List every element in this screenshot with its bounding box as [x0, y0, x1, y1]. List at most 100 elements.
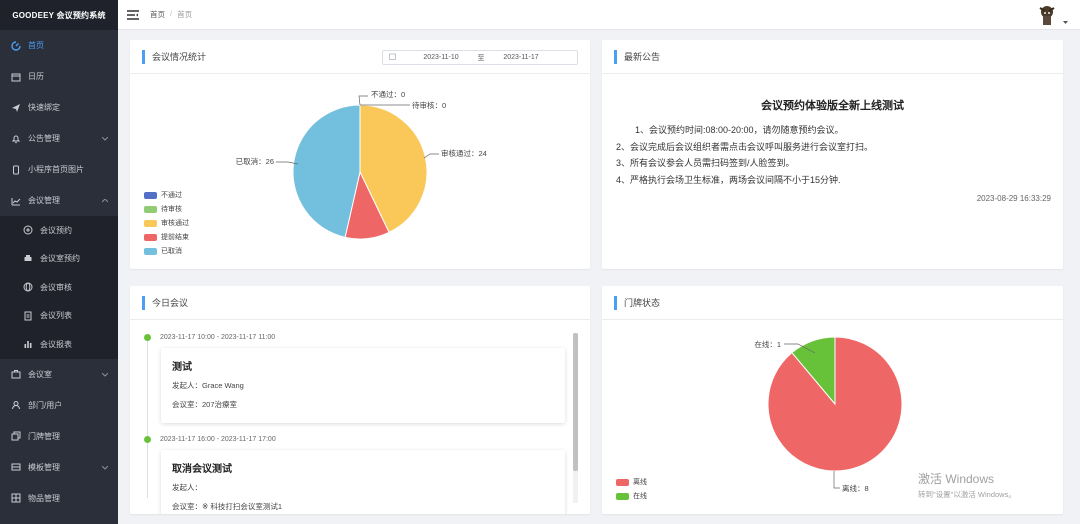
legend-item[interactable]: 离线: [616, 475, 647, 489]
sidebar-item-meeting-mgmt[interactable]: 会议管理: [0, 185, 118, 216]
sidebar-item-label: 物品管理: [28, 493, 60, 503]
sidebar-subitem-room-booking[interactable]: 会议室预约: [0, 245, 118, 274]
sidebar-item-rooms[interactable]: 会议室: [0, 359, 118, 390]
date-range-picker[interactable]: 2023-11-10 至 2023-11-17: [382, 50, 578, 65]
chevron-down-icon: [101, 463, 109, 472]
sidebar-item-label: 会议列表: [40, 311, 72, 321]
printer-icon: [22, 253, 34, 265]
sidebar-item-calendar[interactable]: 日历: [0, 61, 118, 92]
chevron-down-icon: [101, 370, 109, 379]
pie-data-label: 离线：8: [842, 483, 869, 493]
sidebar-item-label: 会议报表: [40, 339, 72, 349]
mobile-icon: [10, 164, 22, 176]
sidebar-subitem-meeting-list[interactable]: 会议列表: [0, 302, 118, 331]
watermark-line1: 激活 Windows: [918, 472, 995, 486]
chart-line-icon: [10, 195, 22, 207]
watermark-line2: 转到"设置"以激活 Windows。: [918, 490, 1016, 499]
layers-icon: [10, 461, 22, 473]
globe-icon: [22, 281, 34, 293]
sidebar-item-label: 部门/用户: [28, 400, 63, 410]
legend-label: 不通过: [161, 192, 182, 199]
menu-toggle-icon[interactable]: [127, 9, 139, 20]
breadcrumb-home[interactable]: 首页: [150, 9, 165, 20]
sidebar-item-home[interactable]: 首页: [0, 30, 118, 61]
meeting-stats-pie-chart: 不通过：0待审核：0审核通过：24提前结束：6已取消：26: [236, 89, 487, 240]
meeting-name: 取消会议测试: [172, 464, 232, 475]
meeting-card[interactable]: 测试 发起人：Grace Wang 会议室：207治療室: [161, 348, 565, 423]
sidebar-item-items[interactable]: 物品管理: [0, 483, 118, 514]
announcement-line: 3、所有会议参会人员需扫码签到/人脸签到。: [616, 158, 795, 168]
card-title: 会议情况统计: [152, 52, 207, 62]
announcement-body: 1、会议预约时间:08:00-20:00，请勿随意预约会议。 2、会议完成后会议…: [616, 122, 873, 188]
announcement-date: 2023-08-29 16:33:29: [976, 194, 1051, 203]
sidebar-subitem-meeting-report[interactable]: 会议报表: [0, 330, 118, 359]
caret-down-icon[interactable]: [1063, 17, 1068, 26]
legend-item[interactable]: 提前结束: [144, 230, 189, 244]
breadcrumb-current: 首页: [177, 10, 193, 19]
meeting-card[interactable]: 取消会议测试 发起人： 会议室：※ 科技打扫会议室测试1: [161, 450, 565, 514]
app-logo[interactable]: GOODEEY 会议预约系统: [0, 0, 118, 30]
legend-swatch: [616, 478, 629, 486]
announcement-heading: 会议预约体验版全新上线测试: [761, 100, 904, 112]
calendar-icon: [389, 53, 396, 62]
top-header: 首页 / 首页: [118, 0, 1080, 30]
legend-item[interactable]: 待审核: [144, 202, 189, 216]
pie-data-label: 已取消：26: [236, 156, 274, 166]
title-accent-bar: [614, 295, 617, 310]
sidebar-subitem-meeting-review[interactable]: 会议审核: [0, 273, 118, 302]
plus-circle-icon: [22, 224, 34, 236]
legend-item[interactable]: 在线: [616, 489, 647, 503]
legend-item[interactable]: 审核通过: [144, 216, 189, 230]
date-start[interactable]: 2023-11-10: [414, 54, 468, 61]
sidebar-item-label: 小程序首页图片: [28, 165, 84, 174]
sidebar-submenu: 会议预约 会议室预约 会议审核 会议列表 会议报表: [0, 216, 118, 359]
today-meetings-card: 今日会议 2023-11-17 10:00 - 2023-11-17 11:00…: [130, 286, 590, 514]
sidebar-nav: 首页 日历 快速绑定 公告管理 小程序首页图片 会议管理: [0, 30, 118, 216]
sidebar-item-label: 快速绑定: [28, 103, 60, 112]
legend-item[interactable]: 不通过: [144, 188, 189, 202]
pie-slice[interactable]: [292, 104, 361, 238]
legend-swatch: [144, 205, 157, 213]
sidebar-item-label: 首页: [28, 41, 44, 50]
user-avatar[interactable]: [1036, 3, 1058, 27]
pie-data-label: 在线：1: [754, 339, 781, 349]
announcement-line: 4、严格执行会场卫生标准，两场会议间隔不小于15分钟.: [616, 174, 841, 185]
title-accent-bar: [142, 295, 145, 310]
windows-activation-watermark: 激活 Windows 转到"设置"以激活 Windows。: [918, 470, 1016, 500]
pie-data-label: 不通过：0: [371, 89, 405, 99]
pie-label-line: [833, 471, 840, 489]
sidebar-item-doorplate[interactable]: 门牌管理: [0, 421, 118, 452]
pie-label-line: [423, 153, 439, 159]
chevron-down-icon: [101, 134, 109, 143]
legend-label: 在线: [633, 493, 647, 500]
sidebar-item-label: 会议室: [28, 369, 52, 379]
sidebar-item-templates[interactable]: 模板管理: [0, 452, 118, 483]
send-icon: [10, 102, 22, 114]
sidebar-item-miniapp-images[interactable]: 小程序首页图片: [0, 154, 118, 185]
sidebar-item-quick-bind[interactable]: 快速绑定: [0, 92, 118, 123]
legend-label: 离线: [633, 479, 647, 486]
legend-label: 提前结束: [161, 234, 189, 241]
timeline-dot: [144, 436, 151, 443]
date-end[interactable]: 2023-11-17: [494, 54, 548, 61]
sidebar-item-dept-users[interactable]: 部门/用户: [0, 390, 118, 421]
scrollbar-thumb[interactable]: [573, 333, 578, 471]
briefcase-icon: [10, 368, 22, 380]
sidebar-item-label: 模板管理: [28, 462, 60, 472]
breadcrumb-separator: /: [170, 9, 173, 18]
legend-swatch: [616, 492, 629, 500]
timeline-dot: [144, 334, 151, 341]
legend-swatch: [144, 191, 157, 199]
document-icon: [22, 310, 34, 322]
user-icon: [10, 399, 22, 411]
legend-item[interactable]: 已取消: [144, 244, 189, 258]
announcement-line: 2、会议完成后会议组织者需点击会议呼叫服务进行会议室打扫。: [616, 141, 874, 152]
pie-label-line: [358, 95, 368, 106]
sidebar-item-announcements[interactable]: 公告管理: [0, 123, 118, 154]
legend-swatch: [144, 233, 157, 241]
title-accent-bar: [142, 49, 145, 64]
sidebar-item-label: 会议预约: [40, 225, 72, 235]
announcement-line: 1、会议预约时间:08:00-20:00，请勿随意预约会议。: [635, 125, 844, 135]
legend-swatch: [144, 219, 157, 227]
sidebar-subitem-meeting-booking[interactable]: 会议预约: [0, 216, 118, 245]
